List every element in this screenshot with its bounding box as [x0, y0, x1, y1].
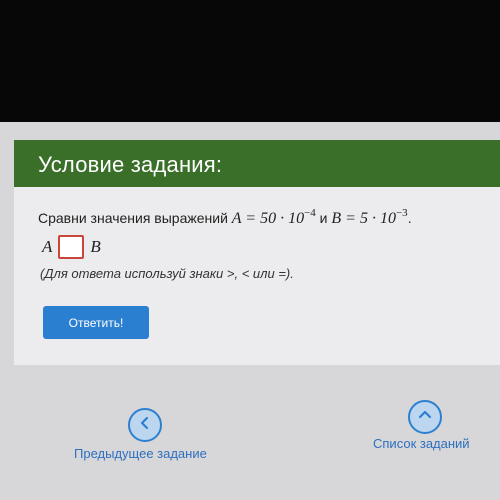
expression-b: B = 5 · 10−3 — [331, 207, 408, 227]
task-list-button[interactable] — [408, 400, 442, 434]
expression-a: A = 50 · 10−4 — [231, 207, 316, 227]
answer-hint: (Для ответа используй знаки >, < или =). — [40, 266, 294, 281]
answer-right-label: B — [90, 237, 101, 256]
task-title: Условие задания: — [38, 152, 223, 177]
task-text: Сравни значения выражений — [38, 210, 228, 226]
answer-input[interactable] — [58, 235, 85, 259]
top-dark-area — [0, 0, 500, 122]
chevron-left-icon — [138, 416, 152, 435]
chevron-up-icon — [418, 408, 432, 427]
submit-button[interactable]: Ответить! — [43, 306, 149, 339]
prev-task-button[interactable] — [128, 408, 162, 442]
answer-left-label: A — [42, 237, 53, 256]
prev-task-link[interactable]: Предыдущее задание — [74, 446, 207, 461]
task-statement: Сравни значения выражений A = 50 · 10−4 … — [38, 207, 412, 227]
task-list-link[interactable]: Список заданий — [373, 436, 470, 451]
answer-row: A B — [42, 235, 101, 259]
conjunction: и — [319, 210, 328, 226]
